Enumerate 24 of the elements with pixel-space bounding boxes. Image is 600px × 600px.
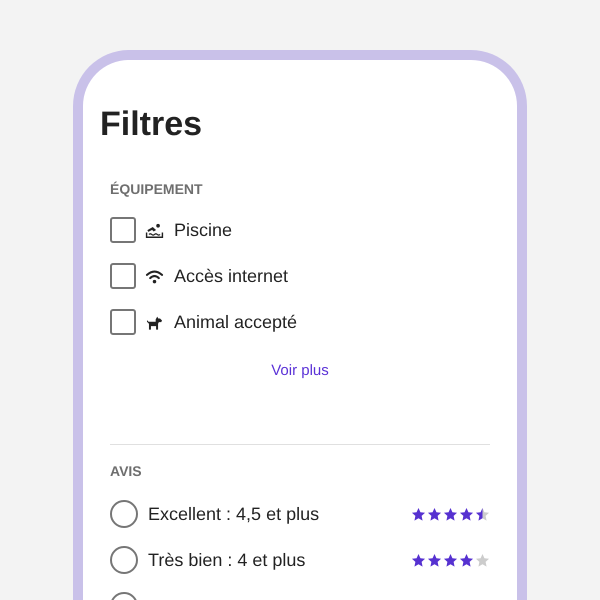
section-heading: AVIS [110, 462, 142, 481]
panel-title: Filtres [100, 104, 202, 144]
option-label[interactable]: Animal accepté [174, 310, 298, 334]
section-heading: ÉQUIPEMENT [110, 180, 203, 199]
star-icon [411, 552, 426, 568]
checkbox[interactable] [110, 263, 136, 289]
option-label[interactable]: Accès internet [174, 264, 288, 288]
star-icon [411, 506, 426, 522]
star-icon [459, 506, 474, 522]
checkbox[interactable] [110, 309, 136, 335]
checkbox[interactable] [110, 217, 136, 243]
star-icon [475, 552, 490, 568]
option-label[interactable]: Très bien : 4 et plus [148, 548, 306, 572]
star-icon [459, 552, 474, 568]
option-label[interactable]: Piscine [174, 218, 232, 242]
star-icon [443, 552, 458, 568]
radio-button[interactable] [110, 500, 138, 528]
star-icon [443, 506, 458, 522]
show-more-link[interactable]: Voir plus [271, 361, 329, 381]
option-label[interactable]: Excellent : 4,5 et plus [148, 502, 320, 526]
radio-button[interactable] [110, 546, 138, 574]
star-icon [475, 506, 490, 522]
star-icon [427, 552, 442, 568]
star-icon [427, 506, 442, 522]
